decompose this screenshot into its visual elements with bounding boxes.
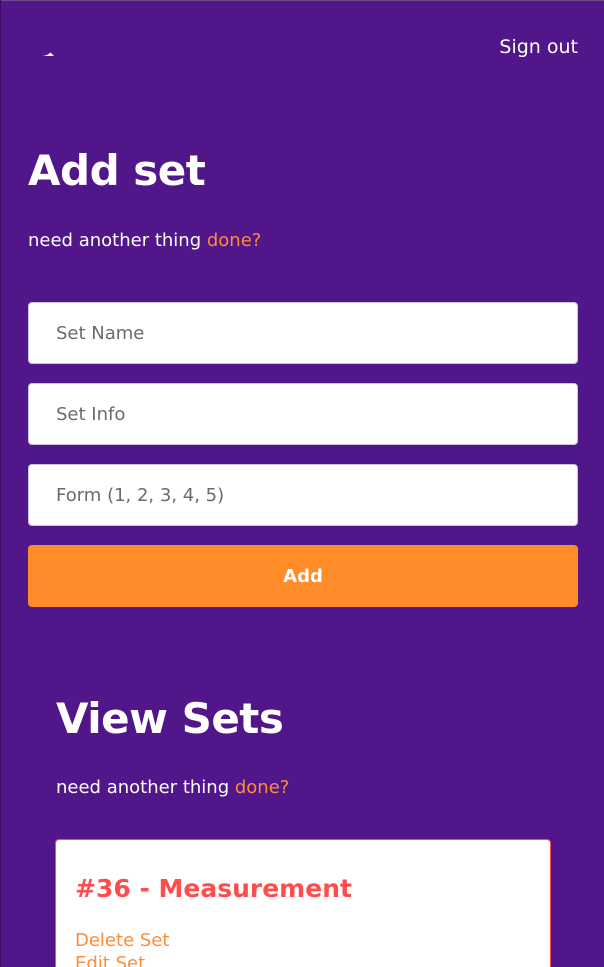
done-link[interactable]: done? xyxy=(207,230,261,251)
edit-set-link[interactable]: Edit Set xyxy=(75,953,145,967)
app-logo-icon[interactable] xyxy=(28,30,56,58)
app-header: Sign out xyxy=(28,30,578,64)
sign-out-link[interactable]: Sign out xyxy=(499,36,578,58)
view-sets-title: View Sets xyxy=(56,694,284,743)
done-link[interactable]: done? xyxy=(235,777,289,798)
view-sets-tagline: need another thing done? xyxy=(56,777,289,798)
delete-set-link[interactable]: Delete Set xyxy=(75,930,169,951)
tagline-text: need another thing xyxy=(56,777,235,798)
left-border xyxy=(0,0,1,967)
set-name-input[interactable] xyxy=(28,302,578,364)
top-border xyxy=(0,0,604,1)
add-set-tagline: need another thing done? xyxy=(28,230,261,251)
set-card-title: #36 - Measurement xyxy=(75,874,352,903)
add-button[interactable]: Add xyxy=(28,545,578,607)
add-set-title: Add set xyxy=(28,146,206,195)
tagline-text: need another thing xyxy=(28,230,207,251)
set-info-input[interactable] xyxy=(28,383,578,445)
form-input[interactable] xyxy=(28,464,578,526)
set-card: #36 - Measurement Delete Set Edit Set xyxy=(55,839,551,967)
